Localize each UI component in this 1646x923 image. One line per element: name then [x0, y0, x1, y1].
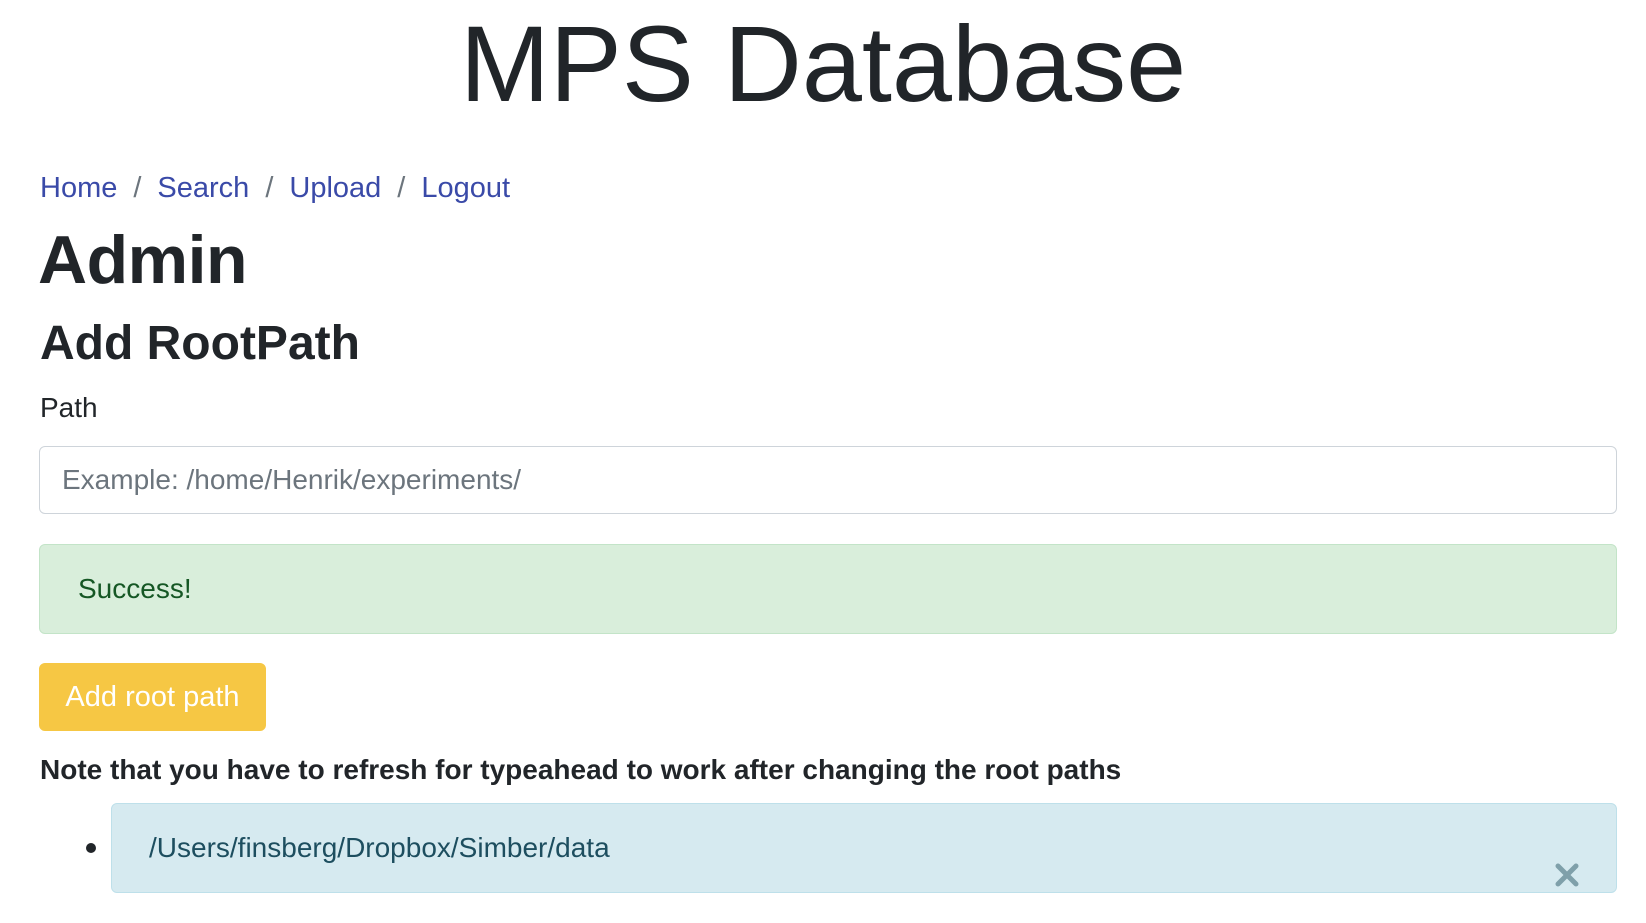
breadcrumb-search-link[interactable]: Search [157, 168, 249, 208]
path-input[interactable] [39, 446, 1617, 514]
path-label: Path [40, 392, 98, 423]
list-bullet [86, 843, 96, 853]
breadcrumb-separator: / [133, 172, 142, 204]
breadcrumb-home-link[interactable]: Home [40, 168, 117, 208]
page-title: Admin [38, 222, 248, 298]
success-alert: Success! [39, 544, 1617, 634]
close-icon[interactable] [1554, 835, 1580, 887]
root-path-text: /Users/finsberg/Dropbox/Simber/data [149, 832, 610, 863]
breadcrumb-separator: / [397, 172, 406, 204]
site-title: MPS Database [459, 3, 1187, 124]
root-path-alert: /Users/finsberg/Dropbox/Simber/data [111, 803, 1617, 893]
breadcrumb-logout-link[interactable]: Logout [421, 168, 510, 208]
breadcrumb: Home / Search / Upload / Logout [40, 168, 510, 208]
refresh-note: Note that you have to refresh for typeah… [40, 754, 1122, 785]
breadcrumb-separator: / [265, 172, 274, 204]
breadcrumb-upload-link[interactable]: Upload [289, 168, 381, 208]
add-root-path-button[interactable]: Add root path [39, 663, 266, 731]
section-title: Add RootPath [40, 317, 360, 370]
